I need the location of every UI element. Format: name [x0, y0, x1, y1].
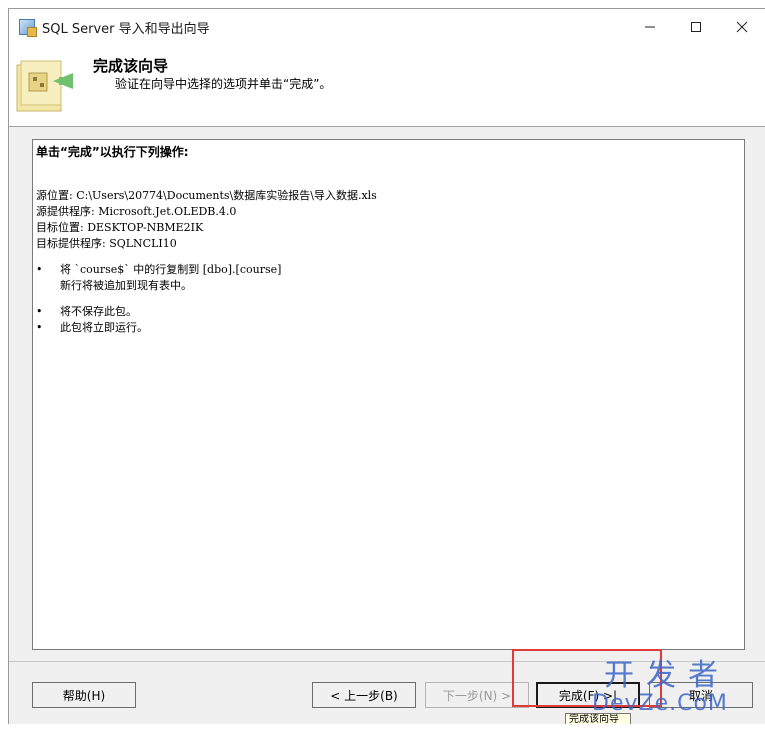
minimize-button[interactable] [627, 9, 673, 45]
maximize-icon [691, 22, 701, 32]
bullet-icon: • [36, 305, 43, 318]
wizard-header: 完成该向导 验证在向导中选择的选项并单击“完成”。 [9, 45, 765, 127]
page-subtitle: 验证在向导中选择的选项并单击“完成”。 [115, 77, 332, 91]
summary-heading: 单击“完成”以执行下列操作: [36, 145, 189, 159]
window-title: SQL Server 导入和导出向导 [42, 21, 210, 37]
summary-panel[interactable]: 单击“完成”以执行下列操作: 源位置: C:\Users\20774\Docum… [32, 139, 745, 650]
target-provider: 目标提供程序: SQLNCLI10 [36, 237, 177, 250]
title-bar: SQL Server 导入和导出向导 [9, 9, 765, 45]
close-button[interactable] [719, 9, 765, 45]
wizard-window: SQL Server 导入和导出向导 完成该向导 验证在向导中选择的选项并单击“… [8, 8, 765, 724]
list-item: • 将 `course$` 中的行复制到 [dbo].[course] [36, 262, 742, 278]
help-button[interactable]: 帮助(H) [32, 682, 136, 708]
wizard-folder-icon [16, 60, 73, 112]
app-icon [19, 19, 37, 37]
minimize-icon [645, 26, 655, 28]
watermark: 开发者 DevZe.CoM [592, 660, 757, 720]
source-provider: 源提供程序: Microsoft.Jet.OLEDB.4.0 [36, 205, 237, 218]
page-title: 完成该向导 [93, 57, 169, 75]
list-item-text: 将 `course$` 中的行复制到 [dbo].[course] [60, 263, 282, 276]
list-item: • 此包将立即运行。 [36, 320, 742, 336]
list-item-detail: 新行将被追加到现有表中。 [60, 279, 192, 292]
source-location: 源位置: C:\Users\20774\Documents\数据库实验报告\导入… [36, 189, 377, 202]
bullet-icon: • [36, 321, 43, 334]
bullet-icon: • [36, 263, 43, 276]
target-location: 目标位置: DESKTOP-NBME2IK [36, 221, 204, 234]
list-item: • 将不保存此包。 [36, 304, 742, 320]
watermark-bottom: DevZe.CoM [592, 691, 728, 716]
watermark-top: 开发者 [604, 658, 730, 693]
maximize-button[interactable] [673, 9, 719, 45]
list-item-text: 此包将立即运行。 [60, 321, 148, 334]
back-button[interactable]: < 上一步(B) [312, 682, 416, 708]
close-icon [736, 21, 748, 33]
next-button[interactable]: 下一步(N) > [425, 682, 529, 708]
list-item-text: 将不保存此包。 [60, 305, 137, 318]
